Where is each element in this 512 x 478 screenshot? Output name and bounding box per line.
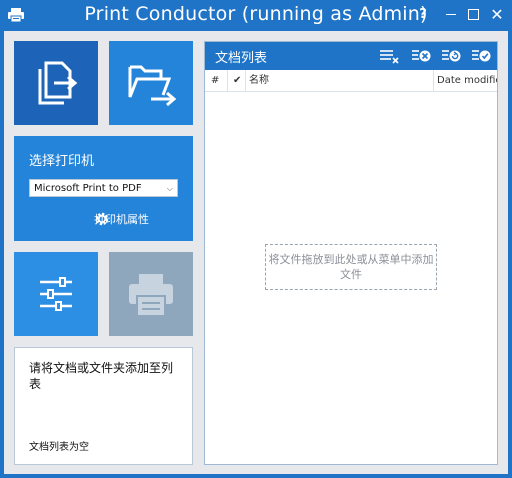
- document-list-panel: 文档列表 # ✔ 名称 Date modifi 将文件拖放到此处或从菜单中添加文…: [204, 41, 498, 465]
- minimize-icon: [446, 14, 456, 15]
- help-button[interactable]: ?: [410, 0, 436, 30]
- maximize-button[interactable]: [460, 0, 486, 30]
- maximize-icon: [467, 9, 479, 20]
- gear-icon: [95, 212, 109, 226]
- document-list-columns: # ✔ 名称 Date modified: [205, 70, 497, 92]
- column-divider[interactable]: [227, 70, 228, 91]
- column-divider[interactable]: [433, 70, 434, 91]
- settings-button[interactable]: [14, 252, 98, 336]
- drop-zone-hint: 将文件拖放到此处或从菜单中添加文件: [268, 253, 434, 281]
- status-panel: 请将文档或文件夹添加至列表 文档列表为空: [14, 347, 193, 465]
- document-list-header: 文档列表: [205, 42, 497, 70]
- printer-label: 选择打印机: [29, 154, 95, 169]
- print-button[interactable]: [109, 252, 193, 336]
- column-header-name[interactable]: 名称: [249, 70, 269, 91]
- close-button[interactable]: ✕: [484, 0, 510, 30]
- document-list-title: 文档列表: [215, 51, 268, 66]
- app-window: Print Conductor (running as Admin) ? ✕ 选…: [0, 0, 512, 478]
- chevron-down-icon: ⌵: [166, 184, 173, 193]
- add-folder-icon: [128, 65, 177, 107]
- sliders-icon: [40, 277, 72, 311]
- status-message: 请将文档或文件夹添加至列表: [29, 361, 174, 391]
- drop-zone[interactable]: 将文件拖放到此处或从菜单中添加文件: [265, 244, 437, 290]
- add-files-button[interactable]: [14, 41, 98, 125]
- column-header-check[interactable]: ✔: [233, 70, 241, 91]
- remove-item-icon[interactable]: [411, 48, 431, 64]
- column-header-date-modified[interactable]: Date modified: [437, 70, 497, 91]
- refresh-icon[interactable]: [441, 48, 461, 64]
- printer-select[interactable]: Microsoft Print to PDF ⌵: [29, 179, 178, 197]
- list-empty-label: 文档列表为空: [29, 442, 89, 453]
- column-divider[interactable]: [245, 70, 246, 91]
- add-folder-button[interactable]: [109, 41, 193, 125]
- printer-selected-value: Microsoft Print to PDF: [34, 183, 142, 194]
- clear-list-icon[interactable]: [379, 48, 399, 64]
- printer-panel: 选择打印机 Microsoft Print to PDF ⌵ 打印机属性: [14, 136, 193, 241]
- title-bar[interactable]: Print Conductor (running as Admin) ? ✕: [0, 0, 512, 32]
- main-area: 选择打印机 Microsoft Print to PDF ⌵ 打印机属性 请将文…: [4, 31, 508, 474]
- add-documents-icon: [38, 61, 78, 105]
- print-icon: [129, 274, 173, 317]
- printer-properties-link[interactable]: 打印机属性: [94, 211, 149, 227]
- check-icon[interactable]: [471, 48, 491, 64]
- column-header-number[interactable]: #: [211, 70, 219, 91]
